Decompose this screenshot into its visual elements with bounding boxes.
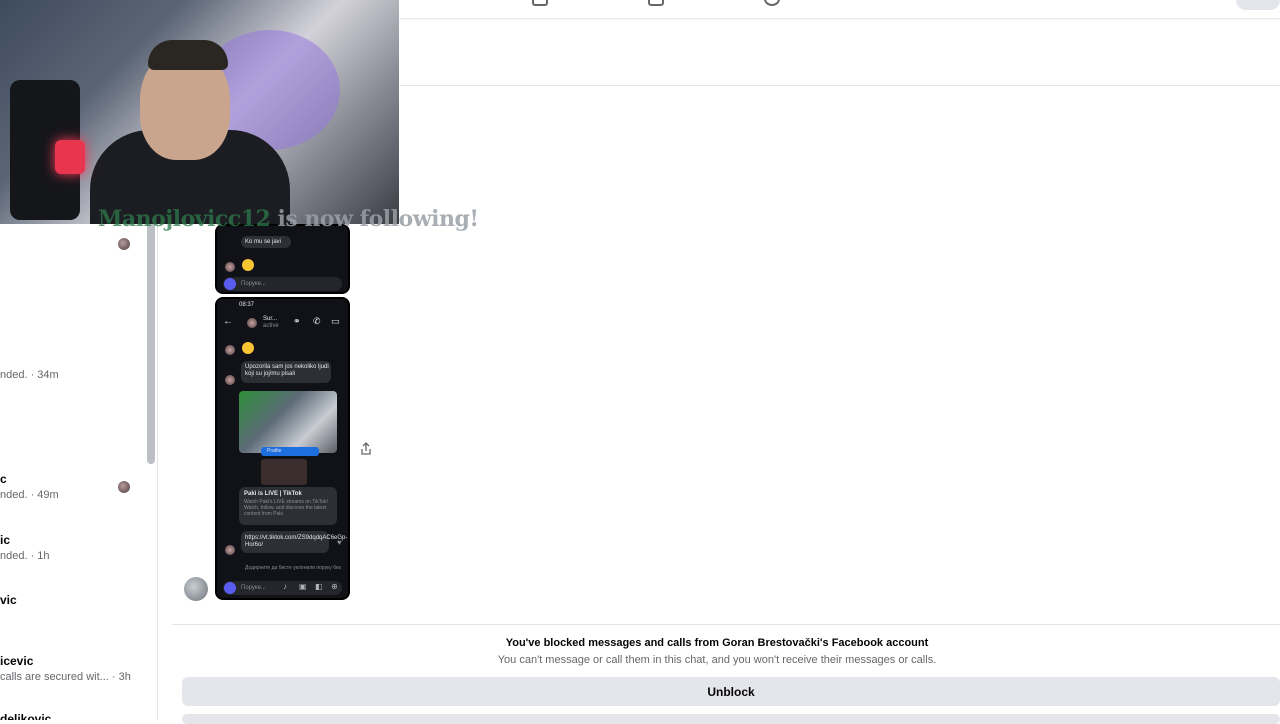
mic-icon: ♪ — [283, 582, 287, 591]
conversation-item[interactable]: delikovic — [0, 712, 140, 720]
live-badge-text: Pratite — [267, 448, 282, 454]
back-arrow-icon: ← — [223, 316, 233, 327]
phone-icon[interactable] — [648, 0, 664, 6]
follower-name: Manojlovicc12 — [98, 206, 271, 232]
contact-avatar — [225, 262, 235, 272]
image-icon: ▣ — [299, 582, 307, 591]
emoji — [242, 342, 254, 354]
video-icon: ▭ — [331, 316, 340, 326]
conversation-item[interactable]: nded. · 34m — [0, 366, 140, 381]
conversation-name: ic — [0, 533, 11, 547]
link-url: https://vt.tiktok.com/ZS9dqdqAC6eGp-Hor6… — [245, 535, 348, 548]
secondary-action-button[interactable] — [182, 714, 1280, 724]
shared-screenshot-bottom[interactable]: 08:37 ← Sur... active ⚭ ✆ ▭ Upozorila sa… — [215, 297, 350, 600]
contact-status: active — [263, 323, 279, 329]
follow-text: is now following! — [277, 206, 480, 232]
sticker-icon: ◧ — [315, 582, 323, 591]
input-placeholder: Поруке... — [241, 585, 266, 591]
contact-avatar — [225, 345, 235, 355]
contact-name: Sur... — [263, 316, 278, 322]
conversation-item[interactable]: ic nded. · 1h — [0, 533, 140, 562]
webcam-overlay — [0, 0, 399, 224]
blocked-banner: You've blocked messages and calls from G… — [172, 624, 1280, 724]
plus-icon: ⊕ — [331, 582, 338, 591]
unblock-label: Unblock — [707, 685, 755, 699]
video-preview — [261, 459, 307, 485]
chat-header — [400, 18, 1280, 86]
stream-thumbnail — [239, 391, 337, 453]
input-placeholder: Поруке... — [241, 281, 266, 287]
conversation-preview: nded. · 34m — [0, 369, 59, 381]
contact-avatar — [225, 545, 235, 555]
contact-avatar — [225, 375, 235, 385]
top-right-control[interactable] — [1236, 0, 1280, 10]
emoji — [242, 259, 254, 271]
person-icon[interactable] — [764, 0, 780, 6]
read-receipt-avatar — [118, 481, 130, 493]
status-time: 08:37 — [239, 302, 255, 308]
link-card-title: Paki is LIVE | TikTok — [244, 491, 302, 497]
call-icon: ✆ — [313, 316, 321, 326]
grid-icon[interactable] — [532, 0, 548, 6]
streamer-hair — [148, 40, 228, 70]
link-card-desc: Watch Paki's LIVE streams on TikTok! Wat… — [244, 499, 328, 517]
message-text: Ko mu se javi — [245, 239, 282, 245]
read-receipt-avatar — [118, 238, 130, 250]
follow-alert: Manojlovicc12 is now following! — [98, 206, 479, 232]
link-icon: ⚭ — [293, 316, 301, 326]
conversation-name: delikovic — [0, 712, 52, 720]
sender-avatar[interactable] — [184, 577, 208, 601]
sidebar-scrollbar[interactable] — [147, 212, 155, 464]
conversation-preview: calls are secured wit... · 3h — [0, 671, 131, 683]
heart-icon: ♥ — [337, 538, 342, 547]
camera-icon — [224, 582, 236, 594]
blocked-description: You can't message or call them in this c… — [497, 654, 937, 666]
camera-icon — [224, 278, 236, 290]
shared-screenshot-top[interactable]: Ko mu se javi Поруке... — [215, 224, 350, 294]
conversation-name: icevic — [0, 654, 34, 668]
link-note: Додирните да бисте уклонили поруку без — [245, 565, 341, 571]
contact-avatar — [247, 318, 257, 328]
share-icon[interactable] — [360, 442, 372, 456]
conversation-item[interactable]: icevic calls are secured wit... · 3h — [0, 654, 140, 683]
unblock-button[interactable]: Unblock — [182, 677, 1280, 706]
message-text: Upozorila sam jos nekoliko ljudi koji su… — [245, 364, 329, 377]
conversation-item[interactable]: vic — [0, 593, 140, 610]
conversation-name: vic — [0, 593, 17, 607]
red-light — [55, 140, 85, 174]
conversation-preview: nded. · 1h — [0, 550, 50, 562]
blocked-title: You've blocked messages and calls from G… — [505, 637, 929, 649]
